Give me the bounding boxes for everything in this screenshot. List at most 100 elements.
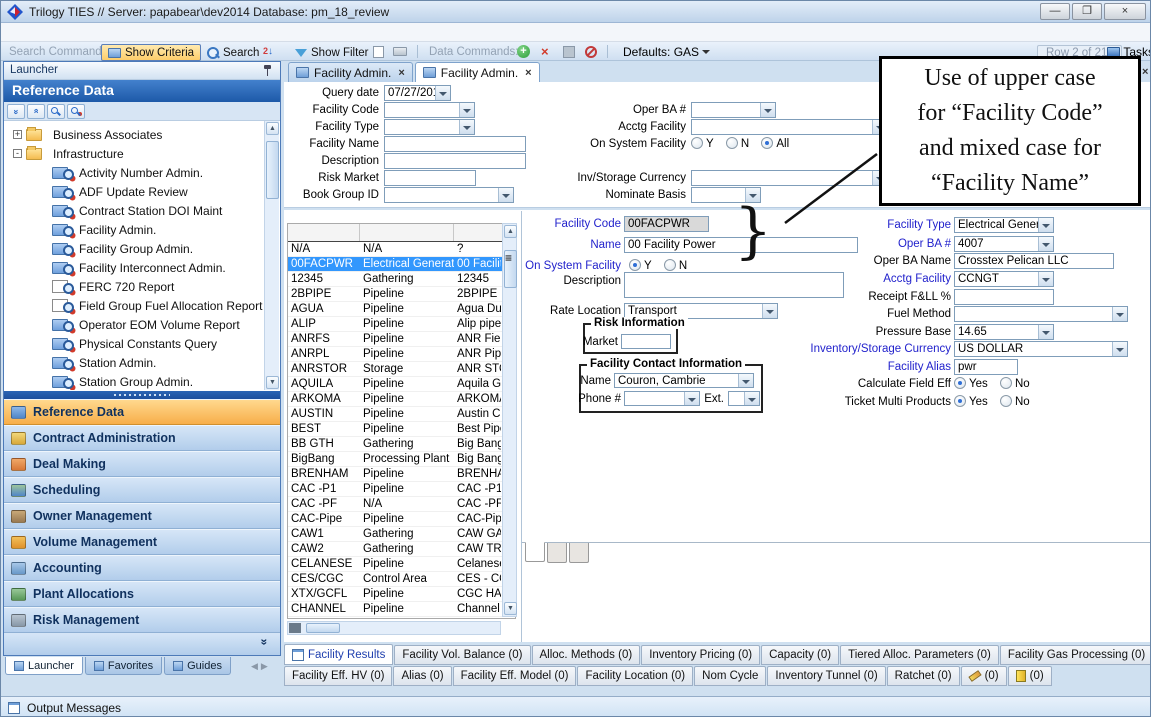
- module-stack-button[interactable]: Owner Management: [4, 503, 280, 529]
- table-row[interactable]: CAW1 Gathering CAW GAT: [288, 527, 515, 542]
- menu-item[interactable]: [65, 30, 85, 34]
- module-stack-button[interactable]: Scheduling: [4, 477, 280, 503]
- table-row[interactable]: BRENHAM Pipeline BRENHAM: [288, 467, 515, 482]
- launcher-tab[interactable]: Launcher: [5, 657, 83, 675]
- scroll-down-icon[interactable]: ▼: [266, 376, 279, 389]
- query-facility-type-field[interactable]: [384, 119, 475, 135]
- radio-yes[interactable]: [954, 395, 966, 407]
- tree-item[interactable]: Station Admin.: [5, 353, 265, 372]
- contact-name-field[interactable]: Couron, Cambrie: [614, 373, 754, 388]
- sort-button[interactable]: 2↓: [263, 42, 273, 61]
- bottom-tab[interactable]: Facility Eff. Model (0): [453, 666, 577, 686]
- tree-item[interactable]: Station Group Admin.: [5, 372, 265, 390]
- dropdown-icon[interactable]: [684, 392, 699, 405]
- tree-item[interactable]: Activity Number Admin.: [5, 163, 265, 182]
- restore-button[interactable]: ❐: [1072, 3, 1102, 20]
- tree-item[interactable]: Operator EOM Volume Report: [5, 315, 265, 334]
- show-criteria-button[interactable]: Show Criteria: [101, 44, 201, 61]
- table-row[interactable]: 00FACPWR Electrical Generation 00 Facili…: [288, 257, 515, 272]
- dropdown-icon[interactable]: [760, 103, 775, 117]
- minimize-button[interactable]: —: [1040, 3, 1070, 20]
- dropdown-icon[interactable]: [1038, 325, 1053, 339]
- scrollbar-thumb[interactable]: [306, 623, 340, 633]
- table-row[interactable]: CAW2 Gathering CAW TRA: [288, 542, 515, 557]
- query-book-group-id-field[interactable]: [384, 187, 514, 203]
- print-preview-button[interactable]: [373, 42, 384, 61]
- module-stack-button[interactable]: Deal Making: [4, 451, 280, 477]
- menu-item[interactable]: [5, 30, 25, 34]
- radio-all[interactable]: [761, 137, 773, 149]
- tab-scroll-arrows[interactable]: ◀▶: [251, 661, 271, 672]
- query-inv-storage-currency-field[interactable]: [691, 170, 888, 186]
- bottom-tab[interactable]: Alloc. Methods (0): [532, 645, 641, 665]
- expand-all-button[interactable]: »: [27, 104, 45, 119]
- tree-item[interactable]: + Business Associates: [5, 125, 265, 144]
- radio-no[interactable]: [1000, 395, 1012, 407]
- contact-ext-field[interactable]: [728, 391, 760, 406]
- table-row[interactable]: CES/CGC Control Area CES - CG: [288, 572, 515, 587]
- table-column-header[interactable]: [288, 224, 360, 241]
- document-tab[interactable]: Facility Admin. ×: [288, 62, 413, 82]
- radio-n[interactable]: [726, 137, 738, 149]
- document-tab[interactable]: Facility Admin. ×: [415, 62, 540, 82]
- module-stack-button[interactable]: Contract Administration: [4, 425, 280, 451]
- bottom-tab[interactable]: Facility Gas Processing (0): [1000, 645, 1151, 665]
- tree-item[interactable]: Facility Group Admin.: [5, 239, 265, 258]
- tree-item[interactable]: Facility Interconnect Admin.: [5, 258, 265, 277]
- search-button[interactable]: Search: [201, 44, 265, 61]
- detail-oper-ba-field[interactable]: 4007: [954, 236, 1054, 252]
- bottom-tab[interactable]: Facility Vol. Balance (0): [394, 645, 530, 665]
- bottom-tab[interactable]: (0): [1008, 666, 1052, 686]
- tabstrip-close-icon[interactable]: ×: [1142, 66, 1148, 78]
- dropdown-icon[interactable]: [738, 374, 753, 387]
- tree-item[interactable]: Physical Constants Query: [5, 334, 265, 353]
- table-row[interactable]: ANRSTOR Storage ANR STO: [288, 362, 515, 377]
- radio-yes[interactable]: [954, 377, 966, 389]
- tab-close-icon[interactable]: ×: [525, 67, 531, 79]
- query-oper-ba-field[interactable]: [691, 102, 776, 118]
- tree-toggle-icon[interactable]: +: [13, 130, 22, 139]
- table-row[interactable]: CAC -PF N/A CAC -PF: [288, 497, 515, 512]
- tree-item[interactable]: FERC 720 Report: [5, 277, 265, 296]
- stack-overflow-strip[interactable]: »: [4, 633, 280, 655]
- bottom-tab[interactable]: Inventory Tunnel (0): [767, 666, 885, 686]
- table-row[interactable]: AQUILA Pipeline Aquila Ga: [288, 377, 515, 392]
- cancel-button[interactable]: [585, 42, 597, 61]
- scroll-down-icon[interactable]: ▼: [504, 602, 517, 615]
- bottom-tab[interactable]: Nom Cycle: [694, 666, 766, 686]
- tree-item[interactable]: Field Group Fuel Allocation Report: [5, 296, 265, 315]
- defaults-dropdown[interactable]: Defaults: GAS: [623, 42, 710, 61]
- table-row[interactable]: ANRPL Pipeline ANR Pipe: [288, 347, 515, 362]
- menu-item[interactable]: [25, 30, 45, 34]
- table-row[interactable]: BEST Pipeline Best Pipe: [288, 422, 515, 437]
- bottom-tab[interactable]: Tiered Alloc. Parameters (0): [840, 645, 999, 665]
- bottom-tab[interactable]: Facility Location (0): [577, 666, 693, 686]
- tree-item[interactable]: - Infrastructure: [5, 144, 265, 163]
- bottom-tab[interactable]: Facility Eff. HV (0): [284, 666, 392, 686]
- module-stack-button[interactable]: Plant Allocations: [4, 581, 280, 607]
- detail-fuel-method-field[interactable]: [954, 306, 1128, 322]
- table-row[interactable]: CAC-Pipe Pipeline CAC-Pipe: [288, 512, 515, 527]
- dropdown-icon[interactable]: [1038, 272, 1053, 286]
- bottom-tab[interactable]: Inventory Pricing (0): [641, 645, 760, 665]
- title-bar[interactable]: Trilogy TIES // Server: papabear\dev2014…: [1, 1, 1151, 23]
- add-record-button[interactable]: +: [517, 42, 530, 61]
- bottom-tab[interactable]: Alias (0): [393, 666, 451, 686]
- bottom-tab[interactable]: Ratchet (0): [887, 666, 960, 686]
- dropdown-icon[interactable]: [1112, 307, 1127, 321]
- detail-facility-code-field[interactable]: 00FACPWR: [624, 216, 709, 232]
- table-column-header[interactable]: [360, 224, 454, 241]
- delete-record-button[interactable]: ×: [541, 42, 549, 61]
- dropdown-icon[interactable]: [1112, 342, 1127, 356]
- table-row[interactable]: CHANNEL Pipeline Channel F: [288, 602, 515, 617]
- dropdown-icon[interactable]: [498, 188, 513, 202]
- tree-item[interactable]: Facility Admin.: [5, 220, 265, 239]
- dropdown-icon[interactable]: [1038, 218, 1053, 232]
- detail-facility-alias-field[interactable]: pwr: [954, 359, 1018, 375]
- bottom-tab[interactable]: (0): [961, 666, 1007, 686]
- risk-market-field[interactable]: [621, 334, 671, 349]
- table-row[interactable]: BigBang Processing Plant Big Bang: [288, 452, 515, 467]
- detail-facility-type-field[interactable]: Electrical Generatio: [954, 217, 1054, 233]
- tree-item[interactable]: ADF Update Review: [5, 182, 265, 201]
- splitter-handle[interactable]: [4, 391, 280, 399]
